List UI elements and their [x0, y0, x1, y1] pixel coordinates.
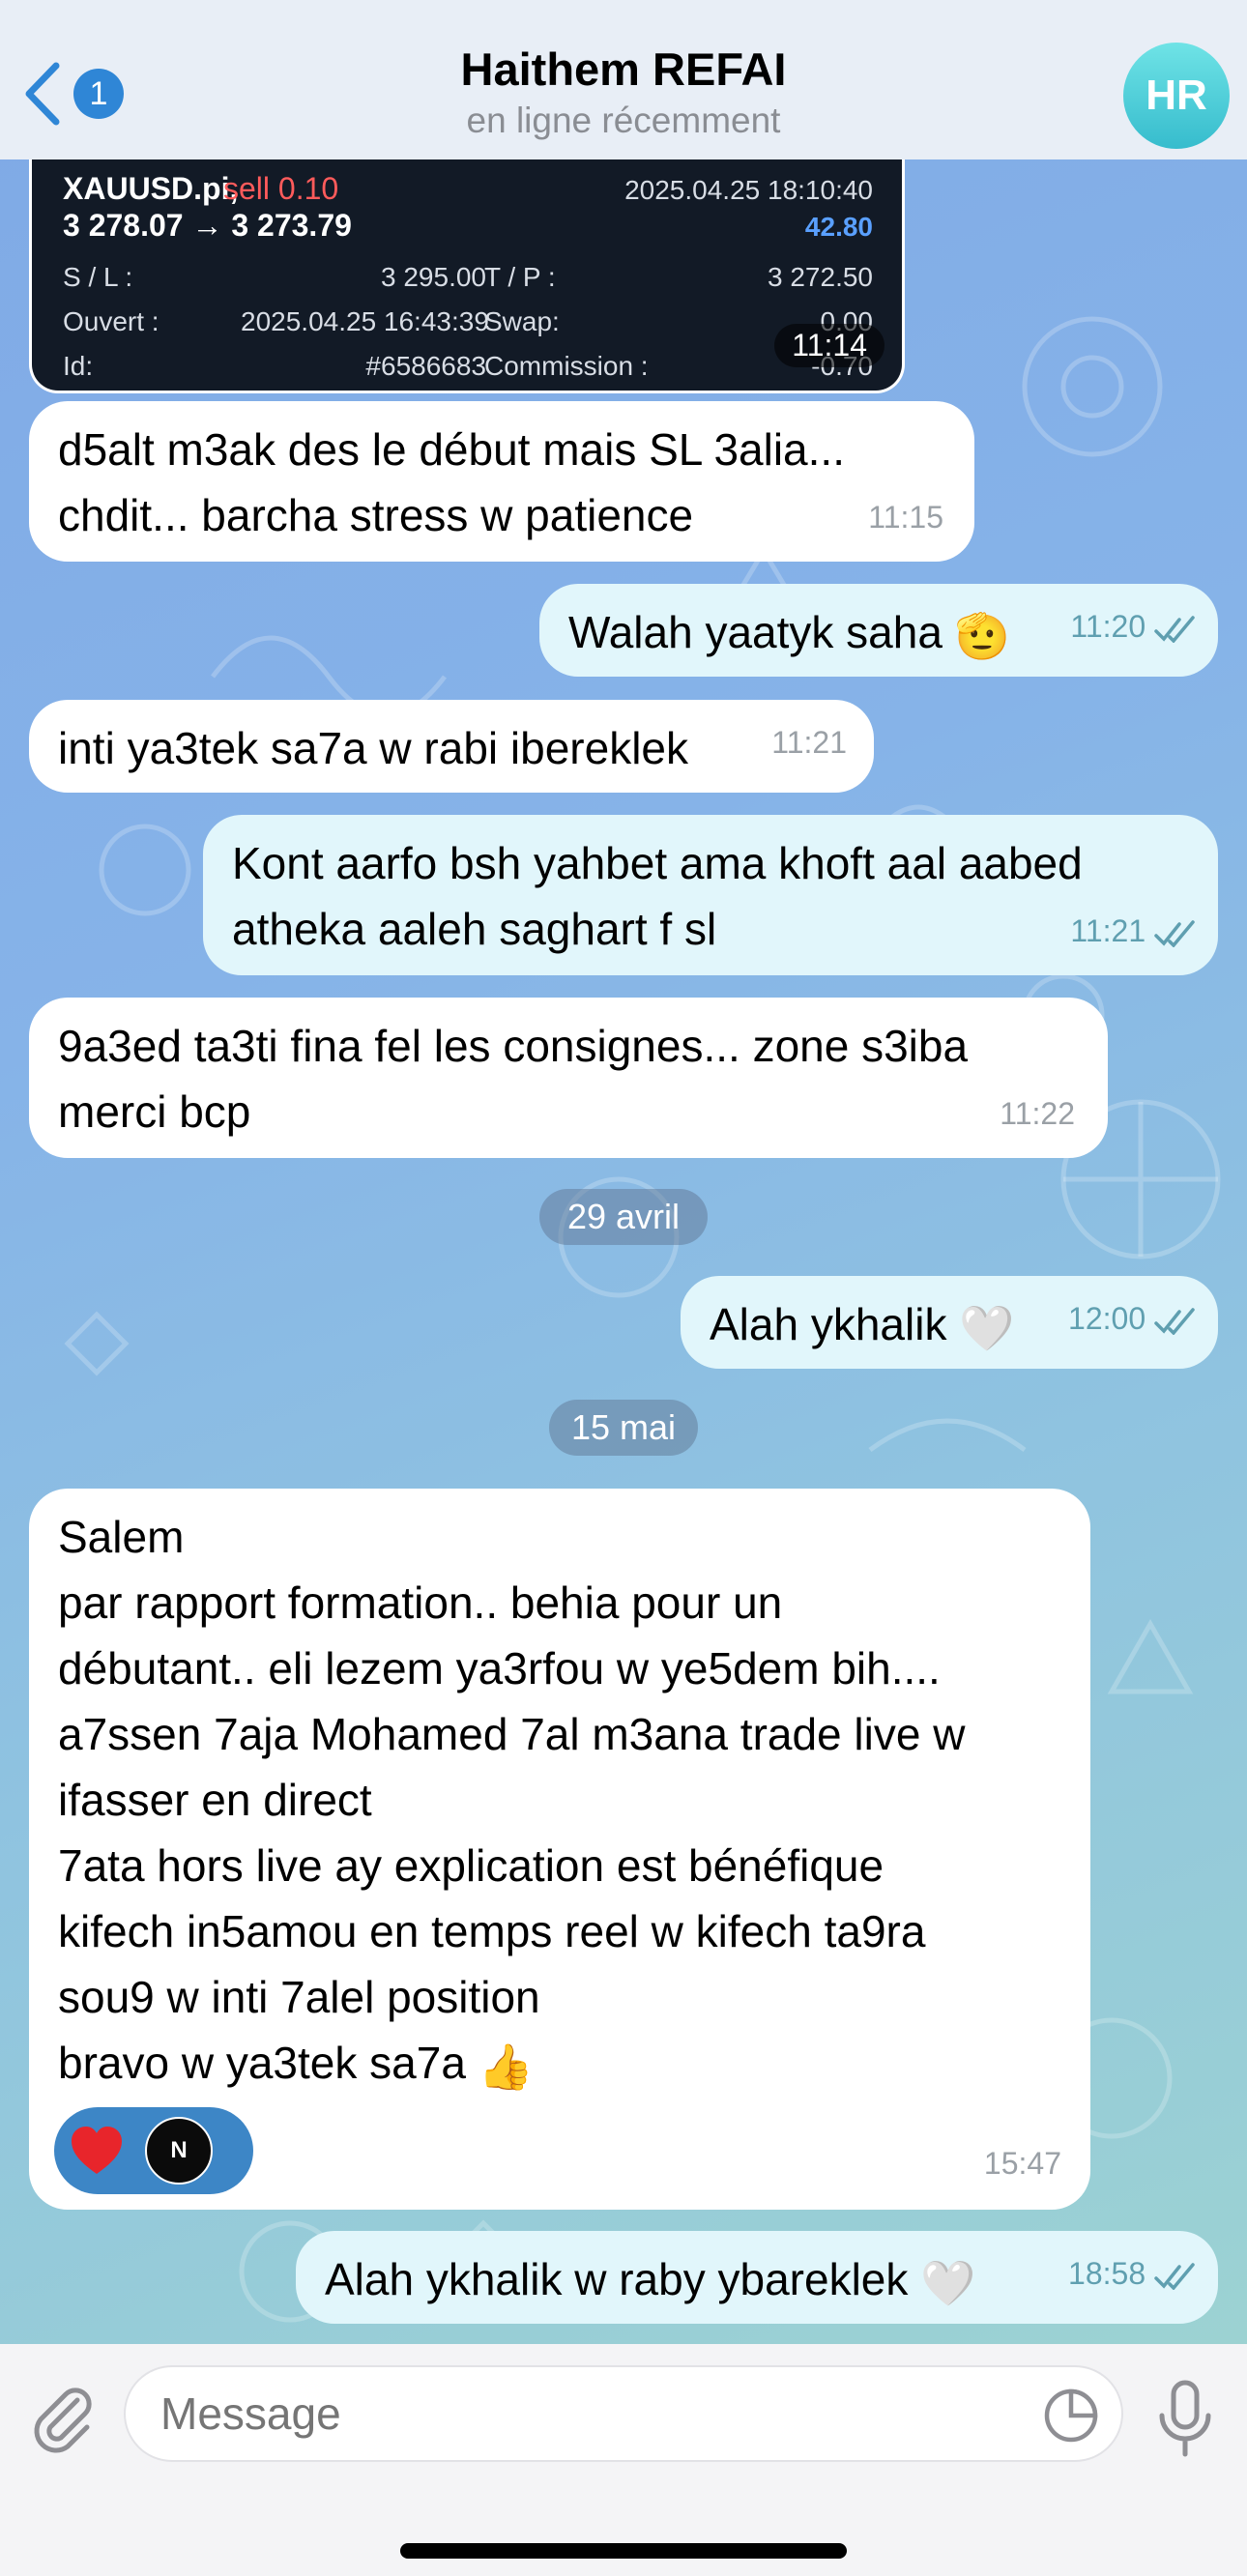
- trade-side: sell 0.10: [223, 171, 339, 206]
- sticker-icon[interactable]: [1042, 2387, 1100, 2445]
- thumbs-up-emoji: 👍: [478, 2041, 534, 2092]
- message-bubble-incoming[interactable]: inti ya3tek sa7a w rabi ibereklek 11:21: [29, 700, 874, 793]
- message-time: 18:58: [1068, 2256, 1146, 2291]
- trade-profit: 42.80: [804, 212, 873, 242]
- red-heart-icon[interactable]: [68, 2122, 126, 2180]
- message-bubble-outgoing[interactable]: Walah yaatyk saha 🫡 11:20: [539, 584, 1218, 677]
- message-text-line: par rapport formation.. behia pour un: [58, 1577, 783, 1628]
- message-text-line: inti ya3tek sa7a w rabi ibereklek: [58, 723, 688, 773]
- salute-emoji: 🫡: [954, 610, 1010, 661]
- trade-open-label: Ouvert :: [63, 306, 160, 336]
- white-heart-emoji: 🤍: [920, 2257, 976, 2308]
- message-status: 18:58: [1068, 2241, 1197, 2306]
- trade-datetime: 2025.04.25 18:10:40: [624, 175, 873, 205]
- message-text-line: atheka aaleh saghart f sl: [232, 904, 717, 954]
- contact-avatar[interactable]: HR: [1123, 43, 1230, 149]
- chevron-left-icon: [25, 62, 60, 126]
- message-text-line: Alah ykhalik: [710, 1299, 947, 1349]
- message-time: 11:21: [1070, 913, 1146, 948]
- white-heart-emoji: 🤍: [959, 1302, 1015, 1353]
- message-text-line: kifech in5amou en temps reel w kifech ta…: [58, 1906, 926, 1956]
- message-composer: [0, 2344, 1247, 2576]
- message-text-line: merci bcp: [58, 1086, 251, 1137]
- message-bubble-outgoing[interactable]: Kont aarfo bsh yahbet ama khoft aal aabe…: [203, 815, 1218, 975]
- message-bubble-incoming[interactable]: 9a3ed ta3ti fina fel les consignes... zo…: [29, 998, 1108, 1158]
- message-text-line: bravo w ya3tek sa7a: [58, 2038, 466, 2088]
- message-text-line: débutant.. eli lezem ya3rfou w ye5dem bi…: [58, 1643, 941, 1693]
- unread-count-badge: 1: [73, 69, 124, 119]
- chat-header: 1 Haithem REFAI en ligne récemment HR: [0, 0, 1247, 159]
- trade-tp-value: 3 272.50: [768, 262, 873, 292]
- message-bubble-incoming[interactable]: Salem par rapport formation.. behia pour…: [29, 1489, 1090, 2210]
- chat-status: en ligne récemment: [466, 101, 781, 140]
- trade-sl-value: 3 295.00: [381, 262, 486, 292]
- message-input[interactable]: [124, 2365, 1123, 2462]
- trade-id-value: #6586683: [365, 351, 486, 381]
- message-text-line: a7ssen 7aja Mohamed 7al m3ana trade live…: [58, 1709, 966, 1759]
- double-check-icon: [1154, 919, 1195, 947]
- trade-open-value: 2025.04.25 16:43:39: [241, 306, 489, 336]
- trade-swap-label: Swap:: [484, 306, 560, 336]
- message-time: 11:20: [1070, 609, 1146, 644]
- message-time: 11:14: [774, 324, 884, 367]
- message-time: 11:22: [1000, 1096, 1075, 1131]
- date-separator: 15 mai: [549, 1400, 698, 1456]
- message-time: 11:21: [771, 725, 847, 760]
- message-text-line: Alah ykhalik w raby ybareklek: [325, 2254, 909, 2304]
- message-status: 11:20: [1070, 593, 1197, 659]
- microphone-icon[interactable]: [1152, 2379, 1218, 2458]
- trade-commission-label: Commission :: [484, 351, 649, 381]
- message-text-line: Walah yaatyk saha: [568, 607, 942, 657]
- double-check-icon: [1154, 615, 1195, 643]
- message-text-line: Salem: [58, 1512, 185, 1562]
- trade-symbol: XAUUSD.pi,: [63, 171, 239, 206]
- message-time: 11:15: [868, 500, 943, 535]
- trade-sl-label: S / L :: [63, 262, 133, 292]
- message-text-line: 9a3ed ta3ti fina fel les consignes... zo…: [58, 1021, 969, 1071]
- double-check-icon: [1154, 2262, 1195, 2290]
- message-text-line: ifasser en direct: [58, 1775, 372, 1825]
- chat-title[interactable]: Haithem REFAI: [290, 43, 957, 96]
- date-separator: 29 avril: [539, 1189, 708, 1245]
- double-check-icon: [1154, 1307, 1195, 1335]
- message-text-line: sou9 w inti 7alel position: [58, 1972, 540, 2022]
- trade-prices: 3 278.07 → 3 273.79: [63, 208, 352, 243]
- reactor-avatar[interactable]: N: [145, 2117, 213, 2185]
- message-text-line: chdit... barcha stress w patience: [58, 490, 694, 540]
- message-text-line: 7ata hors live ay explication est bénéfi…: [58, 1840, 884, 1891]
- message-text-line: d5alt m3ak des le début mais SL 3alia...: [58, 424, 845, 475]
- trade-id-label: Id:: [63, 351, 94, 381]
- message-bubble-outgoing[interactable]: Alah ykhalik 🤍 12:00: [681, 1276, 1218, 1369]
- back-button[interactable]: 1: [19, 60, 126, 128]
- message-text-line: Kont aarfo bsh yahbet ama khoft aal aabe…: [232, 838, 1083, 888]
- home-indicator: [400, 2543, 847, 2559]
- paperclip-icon[interactable]: [27, 2379, 97, 2456]
- message-bubble-outgoing[interactable]: Alah ykhalik w raby ybareklek 🤍 18:58: [296, 2231, 1218, 2324]
- message-bubble-incoming[interactable]: d5alt m3ak des le début mais SL 3alia...…: [29, 401, 974, 562]
- message-reactions[interactable]: N: [54, 2107, 253, 2194]
- message-status: 11:21: [1070, 898, 1197, 964]
- message-time: 12:00: [1068, 1301, 1146, 1336]
- trade-tp-label: T / P :: [484, 262, 556, 292]
- trade-screenshot-image[interactable]: XAUUSD.pi, sell 0.10 2025.04.25 18:10:40…: [29, 159, 905, 393]
- message-status: 12:00: [1068, 1286, 1197, 1351]
- message-time: 15:47: [983, 2146, 1061, 2181]
